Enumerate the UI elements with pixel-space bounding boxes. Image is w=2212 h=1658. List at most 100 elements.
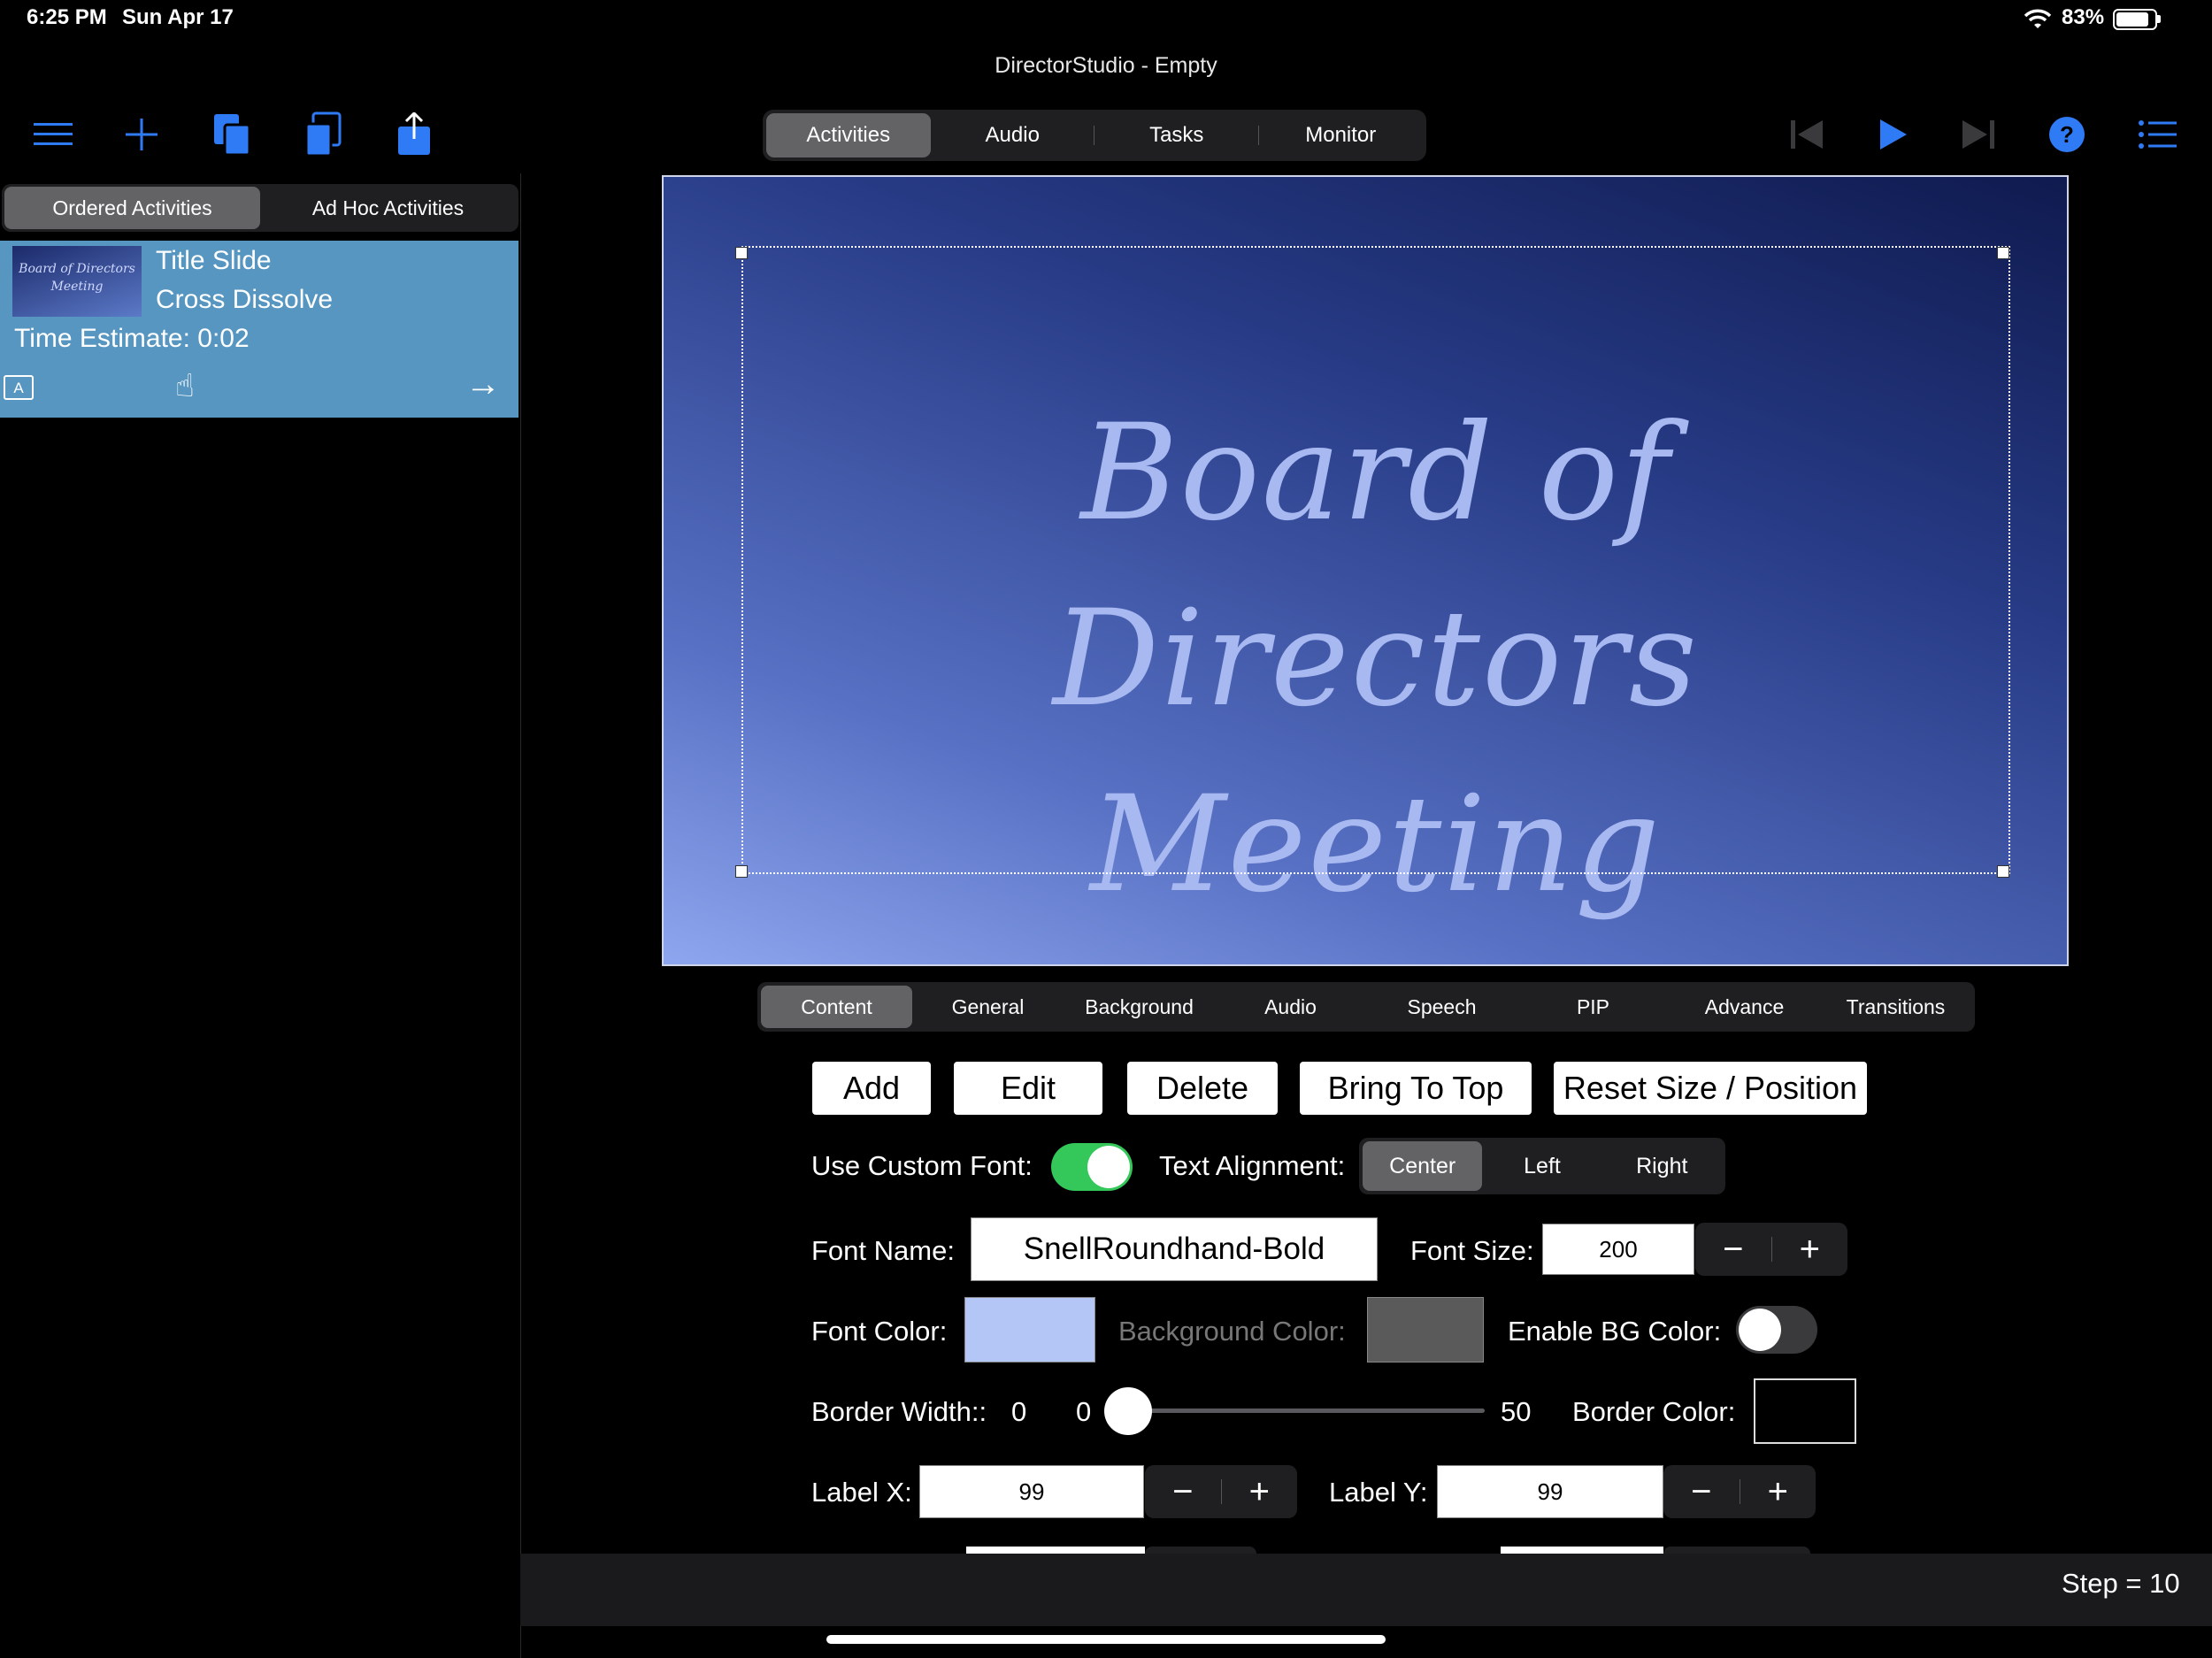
add-button[interactable]: Add <box>812 1062 931 1115</box>
activity-time-estimate: Time Estimate: 0:02 <box>14 324 250 353</box>
bring-to-top-button[interactable]: Bring To Top <box>1300 1062 1532 1115</box>
skip-forward-icon[interactable] <box>1954 110 2003 159</box>
border-width-label: Border Width:: <box>811 1396 987 1427</box>
font-size-decrement-button[interactable]: − <box>1695 1230 1771 1270</box>
tab-audio-settings[interactable]: Audio <box>1215 986 1366 1028</box>
toggle-knob <box>1087 1146 1130 1188</box>
slider-min-label: 0 <box>1076 1396 1092 1427</box>
font-size-field[interactable]: 200 <box>1542 1224 1694 1275</box>
tab-advance[interactable]: Advance <box>1669 986 1820 1028</box>
text-label-icon: A <box>4 375 34 400</box>
label-x-decrement-button[interactable]: − <box>1145 1472 1221 1512</box>
enable-bg-color-toggle[interactable] <box>1736 1306 1817 1354</box>
resize-handle[interactable] <box>1997 865 2009 878</box>
height-stepper[interactable] <box>1663 1547 1810 1554</box>
add-icon[interactable] <box>117 110 166 159</box>
svg-text:?: ? <box>2060 121 2074 148</box>
label-y-field[interactable]: 99 <box>1437 1465 1663 1518</box>
text-alignment-control: Center Left Right <box>1359 1138 1725 1194</box>
activity-transition: Cross Dissolve <box>156 285 334 314</box>
list-icon[interactable] <box>2132 110 2182 159</box>
label-x-field[interactable]: 99 <box>919 1465 1144 1518</box>
width-stepper[interactable] <box>1145 1547 1256 1554</box>
tab-background[interactable]: Background <box>1064 986 1215 1028</box>
edit-button[interactable]: Edit <box>954 1062 1102 1115</box>
slider-max-label: 50 <box>1501 1396 1532 1427</box>
background-color-swatch[interactable] <box>1367 1297 1484 1362</box>
font-size-increment-button[interactable]: + <box>1772 1230 1848 1270</box>
activity-title: Title Slide <box>156 246 272 275</box>
tab-ordered-activities[interactable]: Ordered Activities <box>4 187 260 229</box>
tab-tasks[interactable]: Tasks <box>1094 113 1259 157</box>
tab-general[interactable]: General <box>912 986 1064 1028</box>
hand-tap-icon[interactable]: ☝ <box>175 368 195 403</box>
editor-tabs: Content General Background Audio Speech … <box>757 982 1975 1032</box>
border-width-value: 0 <box>1011 1396 1027 1427</box>
use-custom-font-label: Use Custom Font: <box>811 1150 1033 1181</box>
tab-speech[interactable]: Speech <box>1366 986 1517 1028</box>
battery-percent: 83% <box>2062 5 2105 29</box>
border-width-slider-thumb[interactable] <box>1104 1387 1152 1435</box>
resize-handle[interactable] <box>1997 247 2009 259</box>
skip-back-icon[interactable] <box>1782 110 1832 159</box>
tab-content[interactable]: Content <box>761 986 912 1028</box>
status-date: Sun Apr 17 <box>122 5 234 29</box>
bottom-bar <box>520 1554 2212 1626</box>
help-icon[interactable]: ? <box>2042 110 2092 159</box>
label-x-increment-button[interactable]: + <box>1222 1472 1298 1512</box>
alignment-right[interactable]: Right <box>1602 1141 1722 1191</box>
toggle-knob <box>1739 1309 1781 1351</box>
wifi-icon <box>2024 9 2052 28</box>
status-time: 6:25 PM <box>27 5 107 29</box>
enable-bg-color-label: Enable BG Color: <box>1508 1316 1722 1347</box>
label-y-stepper: − + <box>1663 1465 1816 1518</box>
main-tabs: Activities Audio Tasks Monitor <box>763 110 1426 161</box>
border-color-swatch[interactable] <box>1754 1378 1856 1444</box>
border-width-slider-track[interactable] <box>1129 1409 1485 1413</box>
text-alignment-label: Text Alignment: <box>1159 1150 1346 1181</box>
copy-icon[interactable] <box>207 110 257 159</box>
home-indicator[interactable] <box>826 1635 1386 1644</box>
label-x-label: Label X: <box>811 1477 912 1508</box>
battery-tip <box>2157 15 2161 23</box>
menu-icon[interactable] <box>28 110 78 159</box>
paste-icon[interactable] <box>299 110 349 159</box>
resize-handle[interactable] <box>735 865 748 878</box>
activity-thumbnail: Board of Directors Meeting <box>12 246 142 317</box>
selection-box[interactable] <box>741 246 2010 874</box>
background-color-label: Background Color: <box>1118 1316 1346 1347</box>
reset-size-position-button[interactable]: Reset Size / Position <box>1554 1062 1867 1115</box>
delete-button[interactable]: Delete <box>1127 1062 1278 1115</box>
alignment-left[interactable]: Left <box>1482 1141 1601 1191</box>
label-y-decrement-button[interactable]: − <box>1663 1472 1740 1512</box>
step-indicator: Step = 10 <box>2062 1568 2180 1599</box>
border-color-label: Border Color: <box>1572 1396 1736 1427</box>
font-color-label: Font Color: <box>811 1316 948 1347</box>
battery-level <box>2116 12 2148 27</box>
height-field[interactable] <box>1501 1547 1663 1554</box>
alignment-center[interactable]: Center <box>1363 1141 1483 1191</box>
share-icon[interactable] <box>389 110 439 159</box>
label-y-increment-button[interactable]: + <box>1740 1472 1816 1512</box>
label-x-stepper: − + <box>1145 1465 1297 1518</box>
tab-ad-hoc-activities[interactable]: Ad Hoc Activities <box>260 187 516 229</box>
font-name-field[interactable]: SnellRoundhand-Bold <box>971 1217 1378 1281</box>
font-color-swatch[interactable] <box>964 1297 1095 1362</box>
tab-audio-label: Audio <box>985 123 1040 147</box>
tab-pip[interactable]: PIP <box>1517 986 1669 1028</box>
tab-transitions[interactable]: Transitions <box>1820 986 1971 1028</box>
tab-monitor[interactable]: Monitor <box>1259 113 1424 157</box>
activity-type-tabs: Ordered Activities Ad Hoc Activities <box>2 184 518 232</box>
font-name-label: Font Name: <box>811 1235 955 1266</box>
use-custom-font-toggle[interactable] <box>1051 1143 1133 1191</box>
label-y-label: Label Y: <box>1329 1477 1428 1508</box>
width-field[interactable] <box>966 1547 1145 1554</box>
resize-handle[interactable] <box>735 247 748 259</box>
tab-audio[interactable]: Audio <box>931 113 1094 157</box>
font-size-stepper: − + <box>1695 1223 1847 1276</box>
play-icon[interactable] <box>1869 110 1918 159</box>
tab-tasks-label: Tasks <box>1149 123 1204 147</box>
arrow-right-icon[interactable]: → <box>465 366 501 402</box>
tab-activities[interactable]: Activities <box>766 113 931 157</box>
font-size-label: Font Size: <box>1410 1235 1534 1266</box>
